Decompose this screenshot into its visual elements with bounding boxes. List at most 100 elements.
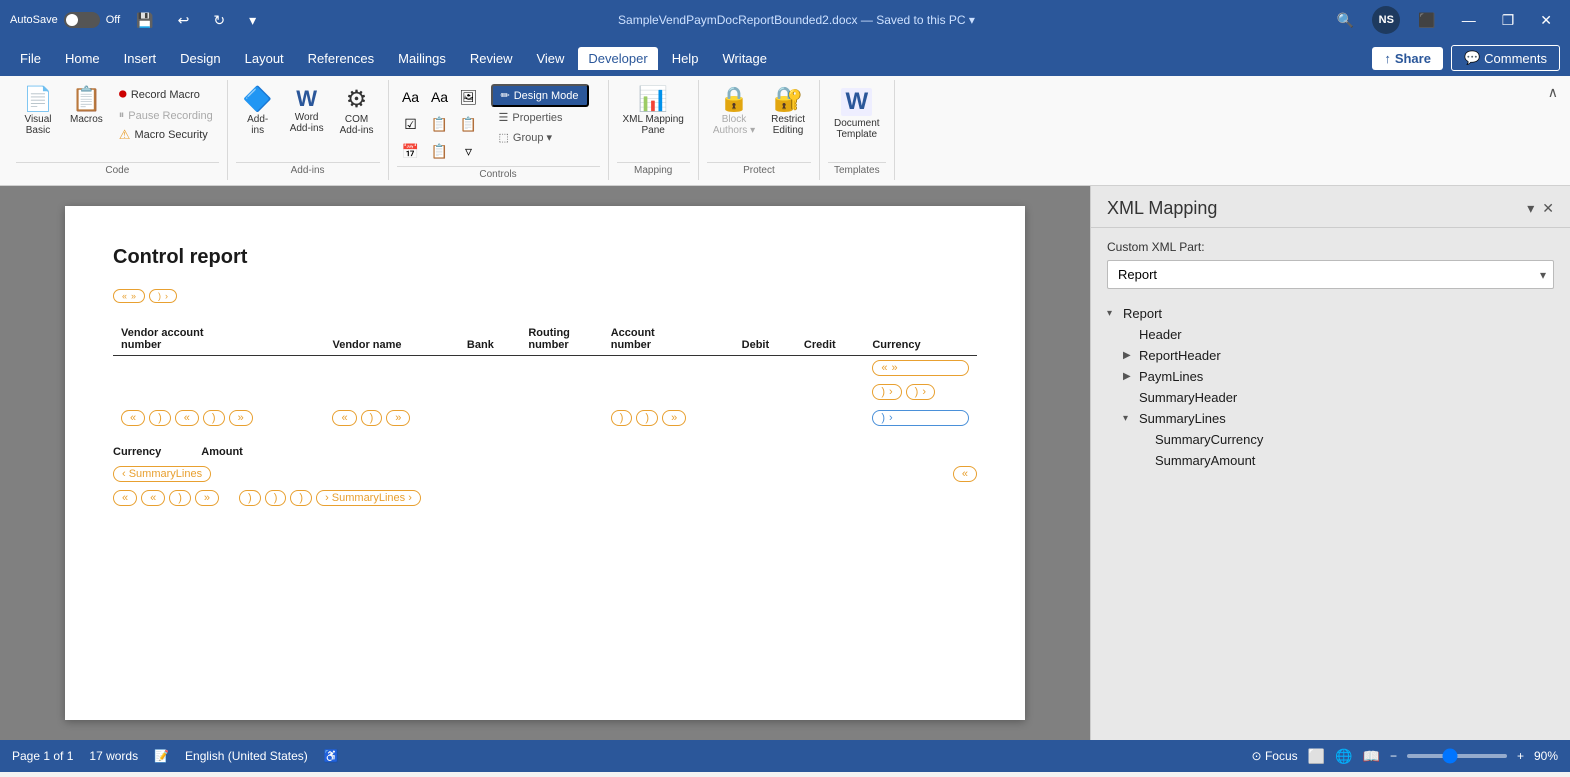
macro-security-button[interactable]: ⚠ Macro Security — [113, 125, 219, 145]
tree-item-summaryamount[interactable]: SummaryAmount — [1107, 450, 1554, 471]
ribbon: 📄 VisualBasic 📋 Macros ⏺ Record Macro ⏸ … — [0, 76, 1570, 186]
title-bar-right: 🔍 NS ⬛ — ❐ ✕ — [1329, 6, 1560, 34]
redo-button[interactable]: ↻ — [205, 8, 233, 33]
autosave-toggle[interactable] — [64, 12, 100, 28]
ctrl-btn-3[interactable]: 🖼 — [455, 84, 483, 110]
xml-panel-pin-button[interactable]: ▾ — [1527, 200, 1534, 217]
share-button[interactable]: ↑ Share — [1372, 47, 1443, 70]
quick-access-dropdown[interactable]: ▾ — [241, 8, 264, 33]
tree-label-paymlines: PaymLines — [1139, 369, 1203, 384]
ribbon-display-button[interactable]: ⬛ — [1410, 8, 1443, 33]
xml-tree: ▾ Report Header ▶ ReportHeader ▶ PaymLin… — [1107, 303, 1554, 471]
menu-insert[interactable]: Insert — [114, 47, 167, 70]
xml-mapping-pane-button[interactable]: 📊 XML MappingPane — [617, 84, 690, 140]
col-account: Accountnumber — [603, 323, 734, 356]
xml-panel-body: Custom XML Part: Report ▾ Report Header — [1091, 228, 1570, 740]
visual-basic-button[interactable]: 📄 VisualBasic — [16, 84, 60, 140]
sum-tag-8: › SummaryLines › — [316, 490, 421, 506]
menu-review[interactable]: Review — [460, 47, 523, 70]
sum-tag-2: « — [141, 490, 165, 506]
menu-file[interactable]: File — [10, 47, 51, 70]
ribbon-collapse-button[interactable]: ∧ — [1548, 84, 1558, 101]
sum-tag-7: ) — [290, 490, 312, 506]
custom-xml-select[interactable]: Report — [1107, 260, 1554, 289]
cell-1-6 — [734, 356, 796, 381]
view-web[interactable]: 🌐 — [1335, 748, 1352, 765]
close-button[interactable]: ✕ — [1532, 8, 1560, 33]
block-authors-button[interactable]: 🔒 BlockAuthors ▾ — [707, 84, 761, 140]
comments-button[interactable]: 💬 Comments — [1451, 45, 1560, 71]
restrict-editing-button[interactable]: 🔐 RestrictEditing — [765, 84, 811, 140]
ctrl-btn-7[interactable]: 📅 — [397, 138, 425, 164]
menu-view[interactable]: View — [526, 47, 574, 70]
tag-currency-2b: ) › — [906, 384, 935, 400]
tree-label-summaryheader: SummaryHeader — [1139, 390, 1237, 405]
ctrl-btn-4[interactable]: ☑ — [397, 111, 425, 137]
com-addins-icon: ⚙ — [346, 88, 368, 112]
zoom-in-icon: + — [1517, 749, 1524, 763]
add-ins-button[interactable]: 🔷 Add-ins — [236, 84, 280, 140]
menu-home[interactable]: Home — [55, 47, 110, 70]
group-button[interactable]: ⬚ Group ▾ — [491, 128, 589, 147]
record-macro-button[interactable]: ⏺ Record Macro — [113, 84, 219, 106]
word-add-ins-button[interactable]: W WordAdd-ins — [284, 84, 330, 138]
menu-mailings[interactable]: Mailings — [388, 47, 456, 70]
tree-item-header[interactable]: Header — [1107, 324, 1554, 345]
design-mode-button[interactable]: ✏ Design Mode — [491, 84, 589, 107]
mapping-group-label: Mapping — [617, 162, 690, 176]
pause-recording-button[interactable]: ⏸ Pause Recording — [113, 107, 219, 124]
ctrl-btn-2[interactable]: Aa — [426, 84, 454, 110]
ctrl-btn-8[interactable]: 📋 — [426, 138, 454, 164]
tag-currency-3: ) › — [872, 410, 969, 426]
cell-1-3 — [459, 356, 520, 381]
autosave-section: AutoSave Off — [10, 12, 120, 28]
tree-item-summaryheader[interactable]: SummaryHeader — [1107, 387, 1554, 408]
ribbon-group-controls: Aa Aa 🖼 ☑ 📋 📋 📅 📋 ▿ ✏ Design Mode — [389, 80, 609, 180]
menu-help[interactable]: Help — [662, 47, 709, 70]
document-template-button[interactable]: W DocumentTemplate — [828, 84, 886, 144]
cell-1-2 — [324, 356, 458, 381]
tree-arrow-summarylines: ▾ — [1123, 413, 1135, 424]
tree-item-paymlines[interactable]: ▶ PaymLines — [1107, 366, 1554, 387]
menu-layout[interactable]: Layout — [235, 47, 294, 70]
search-button[interactable]: 🔍 — [1329, 8, 1362, 33]
menu-developer[interactable]: Developer — [578, 47, 657, 70]
menu-writage[interactable]: Writage — [712, 47, 777, 70]
main-area: Control report « » ) › Vendor accountnum… — [0, 186, 1570, 740]
ctrl-btn-6[interactable]: 📋 — [455, 111, 483, 137]
tree-item-report[interactable]: ▾ Report — [1107, 303, 1554, 324]
properties-button[interactable]: ☰ Properties — [491, 108, 589, 127]
tree-item-summarylines[interactable]: ▾ SummaryLines — [1107, 408, 1554, 429]
macros-button[interactable]: 📋 Macros — [64, 84, 109, 129]
minimize-button[interactable]: — — [1454, 8, 1484, 32]
view-print-layout[interactable]: ⬜ — [1308, 748, 1325, 765]
ctrl-btn-9[interactable]: ▿ — [455, 138, 483, 164]
ribbon-groups: 📄 VisualBasic 📋 Macros ⏺ Record Macro ⏸ … — [0, 80, 1570, 180]
com-add-ins-button[interactable]: ⚙ COMAdd-ins — [334, 84, 380, 140]
zoom-out-icon: − — [1390, 749, 1397, 763]
tree-label-report: Report — [1123, 306, 1162, 321]
menu-design[interactable]: Design — [170, 47, 230, 70]
zoom-slider[interactable] — [1407, 754, 1507, 758]
tag-va-2: ) — [149, 410, 171, 426]
view-read[interactable]: 📖 — [1363, 748, 1380, 765]
ctrl-btn-1[interactable]: Aa — [397, 84, 425, 110]
save-button[interactable]: 💾 — [128, 8, 161, 33]
xml-panel-icons: ▾ ✕ — [1527, 200, 1554, 217]
cell-1-5 — [603, 356, 734, 381]
xml-panel-close-button[interactable]: ✕ — [1542, 200, 1554, 217]
tree-item-reportheader[interactable]: ▶ ReportHeader — [1107, 345, 1554, 366]
undo-button[interactable]: ↩ — [170, 8, 198, 33]
cell-3-6 — [734, 406, 796, 430]
menu-references[interactable]: References — [298, 47, 384, 70]
tree-item-summarycurrency[interactable]: SummaryCurrency — [1107, 429, 1554, 450]
restore-button[interactable]: ❐ — [1494, 8, 1523, 33]
document-area[interactable]: Control report « » ) › Vendor accountnum… — [0, 186, 1090, 740]
ctrl-btn-5[interactable]: 📋 — [426, 111, 454, 137]
document-page: Control report « » ) › Vendor accountnum… — [65, 206, 1025, 720]
visual-basic-icon: 📄 — [23, 88, 53, 112]
addins-group-label: Add-ins — [236, 162, 380, 176]
focus-button[interactable]: ⊙ Focus — [1252, 749, 1298, 763]
cell-3-1: « ) « ) » — [113, 406, 324, 430]
cell-2-6 — [734, 380, 796, 406]
